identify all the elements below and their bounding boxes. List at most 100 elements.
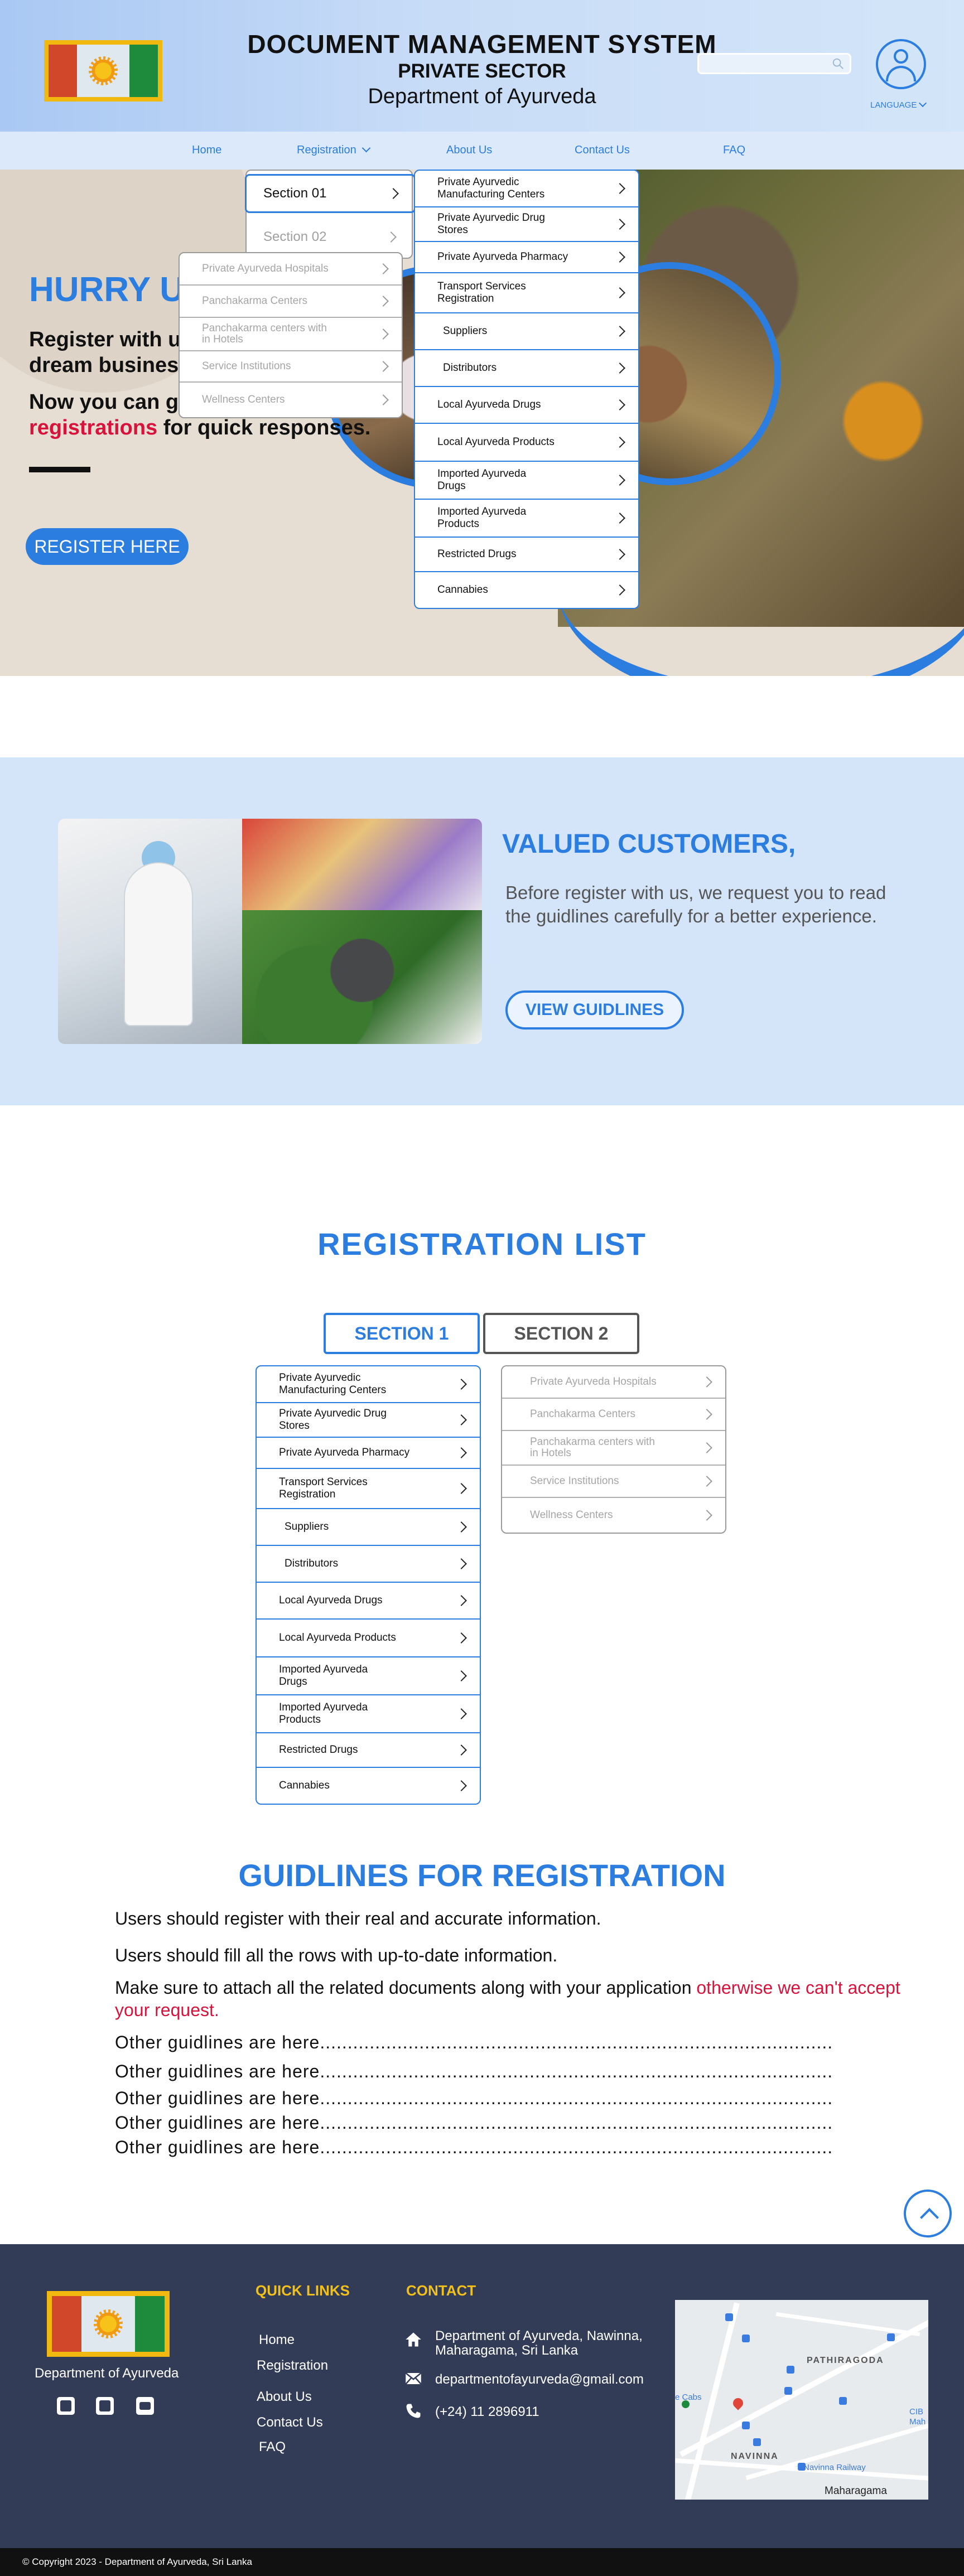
chevron-right-icon — [614, 287, 625, 298]
department-logo[interactable] — [44, 40, 162, 102]
footer-link-contact-us[interactable]: Contact Us — [257, 2415, 323, 2430]
scroll-to-top-button[interactable] — [904, 2190, 952, 2237]
nav-about-us[interactable]: About Us — [446, 144, 492, 157]
list-item[interactable]: Private Ayurveda Pharmacy — [257, 1438, 480, 1469]
dropdown-item[interactable]: Imported Ayurveda Products — [415, 500, 638, 538]
chevron-right-icon — [614, 513, 625, 524]
list-item[interactable]: Service Institutions — [502, 1466, 725, 1498]
youtube-icon[interactable] — [136, 2397, 154, 2415]
hero-heading: HURRY U — [29, 270, 185, 309]
map-label: Navinna Railway — [803, 2463, 866, 2472]
chevron-right-icon — [614, 475, 625, 486]
list-item[interactable]: Restricted Drugs — [257, 1733, 480, 1768]
footer-logo[interactable] — [47, 2291, 170, 2357]
list-item[interactable]: Panchakarma Centers — [502, 1399, 725, 1431]
chevron-up-icon — [920, 2208, 939, 2227]
list-item[interactable]: Local Ayurveda Drugs — [257, 1583, 480, 1620]
customers-collage-image — [58, 819, 482, 1044]
nav-registration[interactable]: Registration — [297, 143, 370, 157]
chevron-right-icon — [614, 252, 625, 263]
hero-divider — [29, 467, 90, 472]
dropdown-item[interactable]: Cannabies — [415, 572, 638, 608]
section-menu-item-1[interactable]: Section 01 — [245, 174, 416, 213]
list-item[interactable]: Private Ayurvedic Drug Stores — [257, 1403, 480, 1438]
nav-faq[interactable]: FAQ — [723, 144, 745, 157]
dropdown-item[interactable]: Restricted Drugs — [415, 538, 638, 572]
search-icon[interactable] — [832, 57, 844, 70]
search-input[interactable] — [697, 53, 851, 74]
dropdown-item[interactable]: Distributors — [415, 350, 638, 387]
footer-link-home[interactable]: Home — [259, 2332, 295, 2348]
site-title: DOCUMENT MANAGEMENT SYSTEM — [247, 30, 717, 59]
dropdown-item[interactable]: Private Ayurveda Hospitals — [180, 253, 402, 286]
footer-link-about-us[interactable]: About Us — [257, 2389, 312, 2405]
guideline-item: Other guidlines are here................… — [115, 2113, 833, 2133]
home-icon — [406, 2332, 421, 2347]
list-item[interactable]: Transport Services Registration — [257, 1469, 480, 1509]
dropdown-item[interactable]: Suppliers — [415, 313, 638, 350]
customers-heading: VALUED CUSTOMERS, — [502, 829, 796, 859]
facebook-icon[interactable] — [57, 2397, 75, 2415]
dropdown-item[interactable]: Transport Services Registration — [415, 273, 638, 313]
chevron-right-icon — [456, 1632, 467, 1644]
list-item[interactable]: Suppliers — [257, 1509, 480, 1546]
chevron-right-icon — [388, 188, 399, 199]
chevron-right-icon — [614, 219, 625, 230]
list-item[interactable]: Imported Ayurveda Products — [257, 1695, 480, 1733]
chevron-right-icon — [378, 394, 389, 405]
location-map[interactable]: PATHIRAGODA NAVINNA Maharagama Navinna R… — [675, 2300, 928, 2500]
dropdown-item[interactable]: Imported Ayurveda Drugs — [415, 462, 638, 500]
list-item[interactable]: Wellness Centers — [502, 1498, 725, 1533]
dropdown-item[interactable]: Private Ayurveda Pharmacy — [415, 242, 638, 273]
section1-list: Private Ayurvedic Manufacturing Centers … — [256, 1365, 481, 1805]
tab-section-1[interactable]: SECTION 1 — [324, 1313, 480, 1354]
section-menu-item-2[interactable]: Section 02 — [247, 218, 412, 257]
footer-department-name: Department of Ayurveda — [35, 2366, 179, 2381]
footer-link-faq[interactable]: FAQ — [259, 2439, 286, 2455]
site-header: DOCUMENT MANAGEMENT SYSTEM PRIVATE SECTO… — [0, 0, 964, 132]
list-item[interactable]: Panchakarma centers with in Hotels — [502, 1431, 725, 1466]
dropdown-item[interactable]: Panchakarma Centers — [180, 286, 402, 318]
register-here-button[interactable]: REGISTER HERE — [26, 528, 189, 565]
footer-link-registration[interactable]: Registration — [257, 2358, 328, 2374]
dropdown-item[interactable]: Service Institutions — [180, 351, 402, 383]
chevron-right-icon — [378, 328, 389, 340]
view-guidlines-button[interactable]: VIEW GUIDLINES — [505, 990, 684, 1030]
chevron-right-icon — [614, 183, 625, 194]
dropdown-item[interactable]: Local Ayurveda Products — [415, 424, 638, 462]
language-selector[interactable]: LANGUAGE — [870, 99, 927, 110]
footer-email[interactable]: departmentofayurveda@gmail.com — [435, 2372, 669, 2387]
dropdown-item[interactable]: Private Ayurvedic Drug Stores — [415, 207, 638, 242]
list-item[interactable]: Private Ayurvedic Manufacturing Centers — [257, 1366, 480, 1403]
list-item[interactable]: Imported Ayurveda Drugs — [257, 1657, 480, 1695]
tab-section-2[interactable]: SECTION 2 — [483, 1313, 639, 1354]
nav-contact-us[interactable]: Contact Us — [575, 144, 630, 157]
chevron-right-icon — [456, 1780, 467, 1791]
map-label: NAVINNA — [731, 2452, 779, 2461]
list-item[interactable]: Distributors — [257, 1546, 480, 1583]
section2-dropdown: Private Ayurveda Hospitals Panchakarma C… — [179, 252, 403, 418]
chevron-down-icon — [919, 99, 927, 108]
department-name: Department of Ayurveda — [368, 85, 596, 108]
dropdown-item[interactable]: Private Ayurvedic Manufacturing Centers — [415, 171, 638, 207]
list-item[interactable]: Private Ayurveda Hospitals — [502, 1366, 725, 1399]
list-item[interactable]: Local Ayurveda Products — [257, 1620, 480, 1657]
chevron-right-icon — [456, 1558, 467, 1569]
map-label: CIB — [909, 2407, 924, 2416]
chevron-right-icon — [614, 363, 625, 374]
customers-section: VALUED CUSTOMERS, Before register with u… — [0, 757, 964, 1105]
dropdown-item[interactable]: Wellness Centers — [180, 383, 402, 417]
list-item[interactable]: Cannabies — [257, 1768, 480, 1804]
dropdown-item[interactable]: Panchakarma centers with in Hotels — [180, 318, 402, 351]
dropdown-item[interactable]: Local Ayurveda Drugs — [415, 387, 638, 424]
chevron-right-icon — [701, 1510, 712, 1521]
nav-home[interactable]: Home — [192, 144, 221, 157]
chevron-right-icon — [701, 1376, 712, 1388]
guideline-item: Other guidlines are here................… — [115, 2088, 833, 2108]
twitter-icon[interactable] — [96, 2397, 114, 2415]
chevron-right-icon — [385, 231, 397, 243]
chevron-right-icon — [456, 1379, 467, 1390]
mail-icon — [405, 2372, 422, 2385]
sun-emblem-icon — [88, 56, 118, 85]
user-account-icon[interactable] — [876, 39, 926, 89]
